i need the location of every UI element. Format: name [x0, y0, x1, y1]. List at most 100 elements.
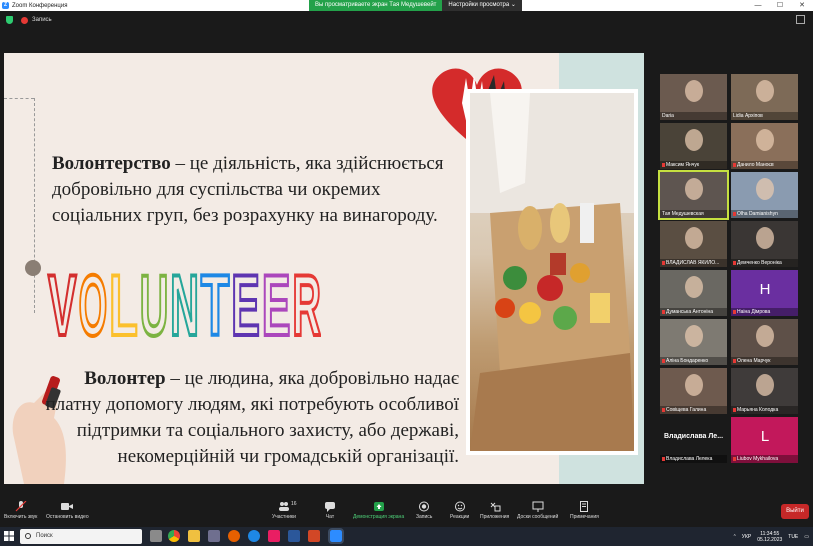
participant-name: Марьяна Колодка	[731, 406, 798, 414]
zoom-logo-icon: Z	[2, 2, 9, 9]
language-indicator[interactable]: УКР	[742, 534, 751, 540]
notes-label: Примечания	[570, 514, 599, 520]
muted-mic-icon	[662, 358, 665, 363]
edge-icon[interactable]	[248, 530, 260, 542]
whiteboard-button[interactable]: Доски сообщений	[517, 501, 558, 520]
tray-chevron-icon[interactable]: ⌃	[733, 534, 737, 540]
task-view-icon[interactable]	[150, 530, 162, 542]
clock-time: 11:34:55	[760, 530, 780, 537]
chat-bubble-icon	[324, 501, 336, 512]
participant-tile[interactable]: H Наіна Дімрова	[731, 270, 798, 316]
apps-label: Приложения	[480, 514, 510, 520]
maximize-button[interactable]: ☐	[769, 0, 791, 11]
participant-name-text: Daria	[662, 113, 674, 119]
apps-button[interactable]: Приложения	[480, 501, 509, 520]
participant-video-avatar	[685, 276, 703, 298]
record-dot-icon	[21, 16, 28, 24]
record-label: Запись	[416, 514, 433, 520]
clock-date: 05.12.2023	[757, 536, 783, 543]
participant-name-text: Владислава Лелека	[666, 456, 713, 462]
record-button[interactable]: Запись	[416, 501, 432, 520]
participant-name: Liubov Mykhailova	[731, 455, 798, 463]
taskbar-search-input[interactable]: Поиск	[20, 529, 142, 544]
windows-start-icon[interactable]	[4, 531, 14, 541]
definition-volunteer: Волонтер – це людина, яка добровільно на…	[44, 366, 459, 470]
file-explorer-icon[interactable]	[188, 530, 200, 542]
gallery-view-icon[interactable]	[796, 15, 805, 24]
system-tray: ⌃ УКР 11:34:55 05.12.2023 TUE ▭	[733, 529, 809, 544]
volunteer-word-art: VOLUNTEER	[46, 256, 321, 348]
participant-initial: L	[760, 428, 770, 445]
participant-tile[interactable]: Демченко Вероніка	[731, 221, 798, 267]
participant-tile[interactable]: Марьяна Колодка	[731, 368, 798, 414]
reactions-smiley-icon	[454, 501, 466, 512]
meeting-toolbar: Включить звук Остановить видео 16 Участн…	[0, 497, 813, 527]
muted-mic-icon	[733, 260, 736, 265]
stop-video-label: Остановить видео	[46, 514, 89, 520]
viber-icon[interactable]	[268, 530, 280, 542]
mute-button[interactable]: Включить звук	[4, 500, 37, 520]
participant-name-text: Наіна Дімрова	[737, 309, 771, 315]
participant-name-text: Lidia Архіпов	[733, 113, 763, 119]
leave-meeting-button[interactable]: Выйти	[781, 504, 809, 519]
close-button[interactable]: ✕	[791, 0, 813, 11]
participant-tile[interactable]: Владислава Ле... Владислава Лелека	[660, 417, 727, 463]
store-icon[interactable]	[208, 530, 220, 542]
participant-tile[interactable]: ВЛАДИСЛАВ ЯКИЛО...	[660, 221, 727, 267]
chat-button[interactable]: Чат	[324, 501, 336, 520]
meeting-topbar: Запись	[0, 11, 813, 29]
participant-initial: H	[759, 281, 771, 298]
reactions-button[interactable]: Реакции	[450, 501, 469, 520]
definition-volunteering: Волонтерство – це діяльність, яка здійсн…	[52, 151, 452, 229]
participant-name: Lidia Архіпов	[731, 112, 798, 120]
share-screen-button[interactable]: Демонстрация экрана	[353, 501, 404, 520]
participant-video-avatar	[685, 325, 703, 347]
reactions-label: Реакции	[450, 514, 470, 520]
participant-tile[interactable]: Совіщева Галина	[660, 368, 727, 414]
participant-video-avatar	[756, 374, 774, 396]
participant-tile[interactable]: Daria	[660, 74, 727, 120]
participant-tile[interactable]: Olha Damianishyn	[731, 172, 798, 218]
powerpoint-icon[interactable]	[308, 530, 320, 542]
participant-name-text: ВЛАДИСЛАВ ЯКИЛО...	[666, 260, 720, 266]
participant-name-text: Olha Damianishyn	[737, 211, 778, 217]
participant-tile[interactable]: Аліна Бондаренко	[660, 319, 727, 365]
term-volunteer: Волонтер	[84, 368, 166, 389]
security-shield-icon[interactable]	[6, 16, 13, 24]
whiteboard-icon	[532, 501, 544, 512]
participant-tile[interactable]: Тая Медушевская	[658, 170, 729, 220]
chat-label: Чат	[325, 514, 335, 520]
participant-video-avatar	[756, 227, 774, 249]
window-title: Zoom Конференция	[12, 2, 68, 9]
stop-video-button[interactable]: Остановить видео	[46, 501, 89, 520]
shared-screen-slide: Волонтерство – це діяльність, яка здійсн…	[4, 53, 644, 484]
participant-video-avatar	[685, 80, 703, 102]
muted-mic-icon	[662, 260, 665, 265]
notes-button[interactable]: Примечания	[570, 501, 599, 520]
participant-video-avatar	[685, 129, 703, 151]
participant-tile[interactable]: Lidia Архіпов	[731, 74, 798, 120]
participants-button[interactable]: 16 Участники	[272, 501, 297, 520]
notifications-icon[interactable]: ▭	[804, 534, 809, 540]
firefox-icon[interactable]	[228, 530, 240, 542]
participant-tile[interactable]: Максим Янчук	[660, 123, 727, 169]
minimize-button[interactable]: —	[747, 0, 769, 11]
participant-tile[interactable]: Данило Маноєв	[731, 123, 798, 169]
muted-mic-icon	[662, 162, 665, 167]
view-options-button[interactable]: Настройки просмотра ⌄	[442, 0, 522, 11]
chrome-icon[interactable]	[168, 530, 180, 542]
participant-name-text: Марьяна Колодка	[737, 407, 779, 413]
volunteer-letter: E	[262, 258, 291, 348]
participant-name-text: Аліна Бондаренко	[666, 358, 709, 364]
participant-tile[interactable]: Думанська Антоніна	[660, 270, 727, 316]
participant-name: Совіщева Галина	[660, 406, 727, 414]
participant-tile[interactable]: Олена Марчук	[731, 319, 798, 365]
volunteer-letter: U	[140, 258, 169, 348]
zoom-taskbar-icon[interactable]	[328, 528, 344, 544]
participant-tile[interactable]: L Liubov Mykhailova	[731, 417, 798, 463]
taskbar-clock[interactable]: 11:34:55 05.12.2023	[757, 531, 782, 543]
participant-name: ВЛАДИСЛАВ ЯКИЛО...	[660, 259, 727, 267]
volunteer-letter: N	[170, 258, 199, 348]
viewing-screen-label: Вы просматриваете экран Тая Медушевейт	[309, 0, 443, 11]
word-icon[interactable]	[288, 530, 300, 542]
